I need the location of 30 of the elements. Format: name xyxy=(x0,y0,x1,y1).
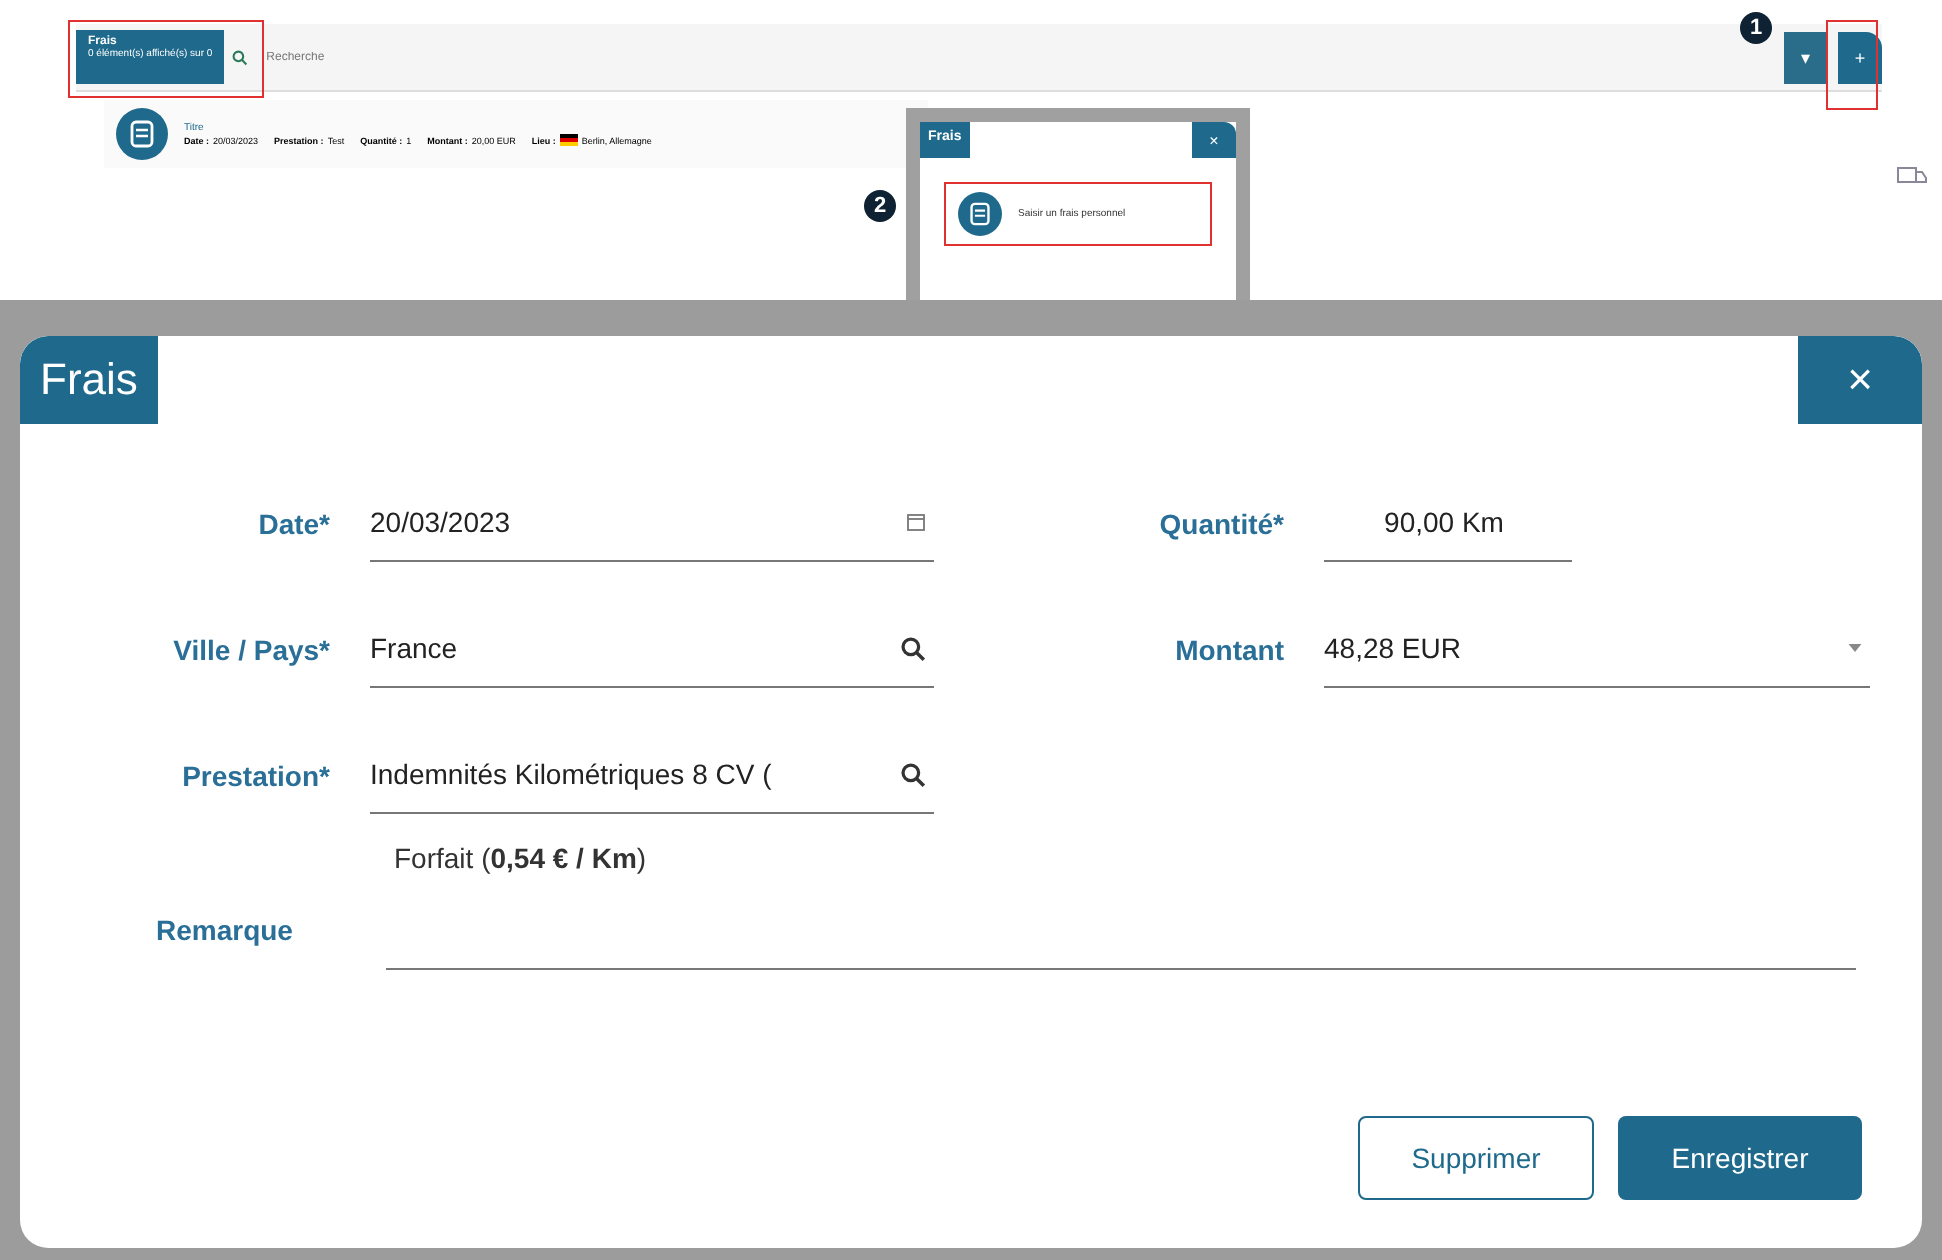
delete-button[interactable]: Supprimer xyxy=(1358,1116,1594,1200)
input-field[interactable]: Indemnités Kilométriques 8 CV ( xyxy=(370,736,934,814)
field-label: Date* xyxy=(256,507,330,539)
callout-badge: 1 xyxy=(1740,12,1772,44)
truck-icon xyxy=(1896,164,1928,188)
field-label: Ville / Pays* xyxy=(171,633,330,665)
input-field[interactable]: France xyxy=(370,610,934,688)
dropdown-button[interactable]: ▾ xyxy=(1784,31,1828,83)
field-label: Quantité* xyxy=(1157,507,1284,539)
callout-badge: 2 xyxy=(864,190,896,222)
field-label: Montant xyxy=(1173,633,1284,665)
search-icon xyxy=(900,761,926,787)
caret-icon xyxy=(1848,644,1862,652)
field-label: Remarque xyxy=(154,914,295,946)
close-button[interactable]: × xyxy=(1798,336,1922,424)
close-button[interactable]: × xyxy=(1192,122,1236,158)
expense-icon xyxy=(116,108,168,160)
dialog-title: Frais xyxy=(20,336,158,424)
field-label: Prestation* xyxy=(180,759,330,791)
rate-note: Forfait (0,54 € / Km) xyxy=(394,842,649,874)
highlight-frame xyxy=(1826,20,1878,110)
save-button[interactable]: Enregistrer xyxy=(1618,1116,1862,1200)
search-icon xyxy=(900,635,926,661)
calendar-icon xyxy=(906,512,926,532)
input-field[interactable]: 20/03/2023 xyxy=(370,484,934,562)
search-icon xyxy=(232,49,249,65)
add-button[interactable]: + xyxy=(1838,31,1882,83)
input-field[interactable]: 90,00 Km xyxy=(1324,484,1572,562)
expense-icon xyxy=(958,192,1002,236)
input-field[interactable]: 48,28 EUR xyxy=(1324,610,1870,688)
